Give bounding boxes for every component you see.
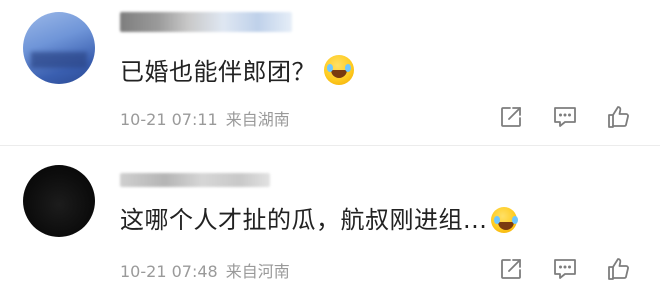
comment-icon [554,107,576,127]
comment-item: 这哪个人才扯的瓜，航叔刚进组... 10-21 07:48 来自河南 [0,146,660,286]
laughing-tears-emoji-icon [491,207,518,233]
share-icon [501,259,521,279]
comment-location: 来自湖南 [225,110,290,129]
comment-time: 10-21 07:11 [120,110,218,129]
username-blurred[interactable] [120,12,292,32]
reply-button[interactable] [548,102,582,132]
comment-location: 来自河南 [225,262,290,281]
comment-list: 已婚也能伴郎团？ 10-21 07:11 来自湖南 这哪个人才扯的瓜，航叔刚进组… [0,0,660,286]
username-blurred[interactable] [120,173,270,187]
laughing-tears-emoji-icon [324,55,354,85]
avatar[interactable] [23,165,95,237]
comment-text: 这哪个人才扯的瓜，航叔刚进组... [120,200,518,235]
comment-actions [494,254,636,284]
share-icon [501,107,521,127]
comment-icon [554,259,576,279]
comment-actions [494,102,636,132]
avatar[interactable] [23,12,95,84]
share-button[interactable] [494,254,528,284]
comment-time: 10-21 07:48 [120,262,218,281]
thumbs-up-icon [608,258,629,280]
like-button[interactable] [602,254,636,284]
like-button[interactable] [602,102,636,132]
comment-text-content: 已婚也能伴郎团？ [120,58,316,86]
comment-meta: 10-21 07:11 来自湖南 [120,106,290,130]
share-button[interactable] [494,102,528,132]
thumbs-up-icon [608,106,629,128]
reply-button[interactable] [548,254,582,284]
comment-meta: 10-21 07:48 来自河南 [120,258,290,282]
comment-text: 已婚也能伴郎团？ [120,52,354,87]
comment-text-content: 这哪个人才扯的瓜，航叔刚进组... [120,206,488,234]
comment-item: 已婚也能伴郎团？ 10-21 07:11 来自湖南 [0,0,660,145]
